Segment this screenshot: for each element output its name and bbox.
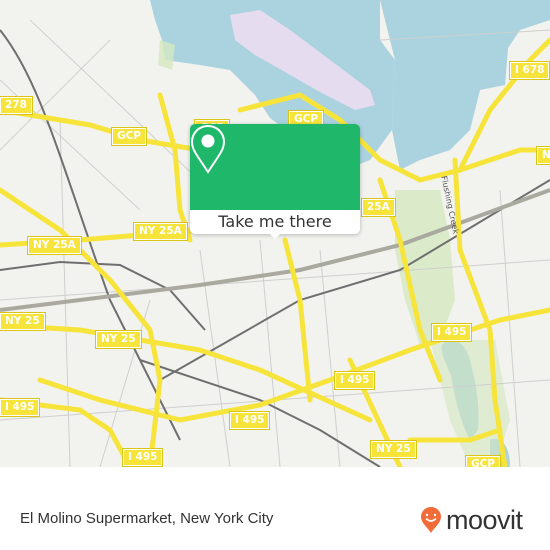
- pond: [480, 25, 510, 90]
- route-shield: I 495: [121, 448, 164, 467]
- popup-pointer: [267, 231, 283, 239]
- route-shield: NY 25A: [27, 236, 82, 255]
- route-shield: I 495: [0, 398, 41, 417]
- route-shield: NY 25: [370, 440, 417, 459]
- footer: El Molino Supermarket, New York City moo…: [0, 490, 550, 550]
- flushing-bay: [380, 0, 550, 170]
- moovit-logo[interactable]: moovit: [420, 506, 523, 534]
- moovit-pin-icon: [421, 507, 441, 533]
- park-west: [158, 40, 175, 70]
- route-shield: I 495: [228, 411, 271, 430]
- map-canvas[interactable]: I 678 278 GCP GCP GCP NY 25A NY 25A 25A …: [0, 0, 550, 467]
- moovit-wordmark: moovit: [446, 504, 523, 535]
- location-popup: Take me there: [190, 124, 360, 239]
- route-shield: I 495: [333, 371, 376, 390]
- place-title: El Molino Supermarket, New York City: [20, 510, 274, 527]
- route-shield: 25A: [361, 198, 396, 217]
- map-pin-icon: [190, 124, 226, 174]
- popup-header: [190, 124, 360, 210]
- route-shield: I 678: [508, 61, 550, 80]
- route-shield: NY 25: [0, 312, 46, 331]
- route-shield: I 495: [430, 323, 473, 342]
- route-shield: 278: [0, 96, 33, 115]
- route-shield: NY 25A: [133, 222, 188, 241]
- route-shield: NY 25: [95, 330, 142, 349]
- route-shield: GCP: [464, 455, 502, 467]
- route-shield: GCP: [110, 127, 148, 146]
- route-shield: N: [536, 146, 550, 165]
